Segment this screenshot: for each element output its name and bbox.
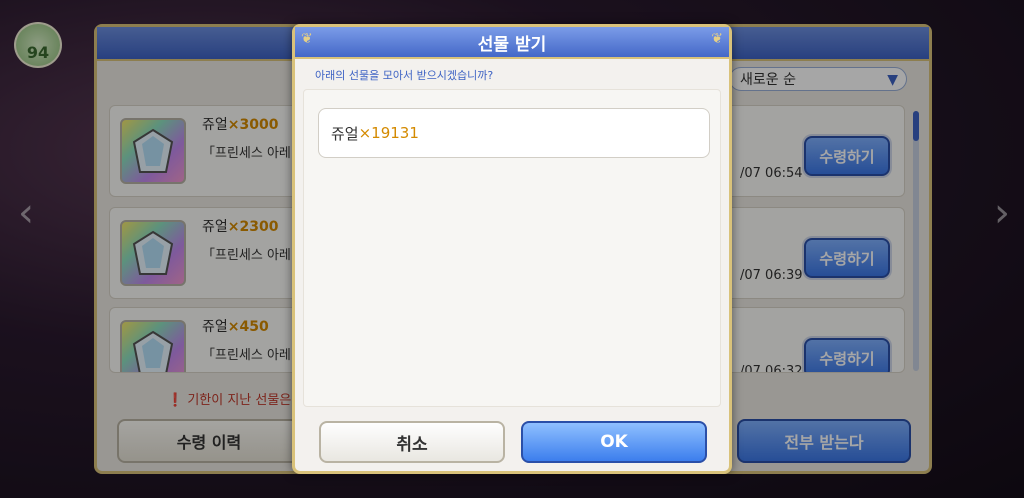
ok-button[interactable]: OK <box>521 421 707 463</box>
gift-summary-item: 쥬얼 ×19131 <box>318 108 710 158</box>
cancel-button[interactable]: 취소 <box>319 421 505 463</box>
gift-summary-box: 쥬얼 ×19131 <box>303 89 721 407</box>
dialog-prompt: 아래의 선물을 모아서 받으시겠습니까? <box>315 69 494 82</box>
receive-gift-dialog: ❦ 선물 받기 ❦ 아래의 선물을 모아서 받으시겠습니까? 쥬얼 ×19131 … <box>292 24 732 474</box>
ornament-icon: ❦ <box>711 31 723 47</box>
dialog-header: ❦ 선물 받기 ❦ <box>295 27 729 59</box>
dialog-title: 선물 받기 <box>477 34 547 55</box>
gift-summary-qty: ×19131 <box>358 124 419 142</box>
ornament-icon: ❦ <box>301 31 313 47</box>
gift-summary-name: 쥬얼 <box>331 124 359 143</box>
